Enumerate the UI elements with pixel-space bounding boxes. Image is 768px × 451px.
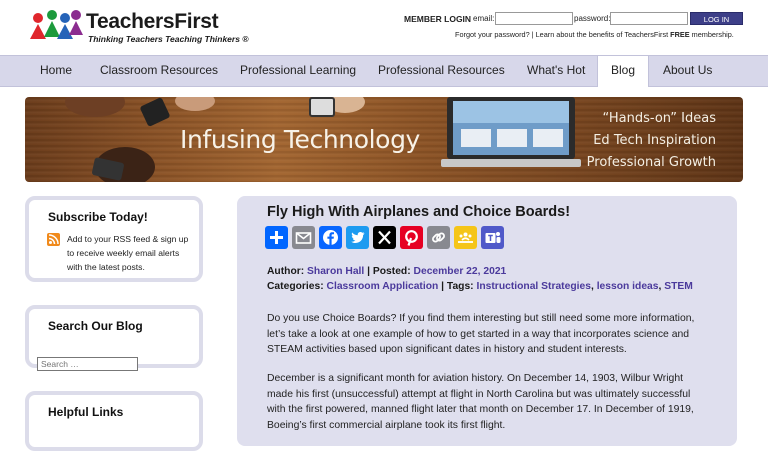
- blog-banner: Infusing Technology “Hands-on” Ideas Ed …: [25, 97, 743, 182]
- email-field[interactable]: [495, 12, 573, 25]
- x-icon[interactable]: [373, 226, 396, 249]
- main-nav: Home Classroom Resources Professional Le…: [0, 55, 768, 87]
- login-heading: MEMBER LOGIN: [404, 14, 472, 24]
- copy-link-icon[interactable]: [427, 226, 450, 249]
- banner-line-edtech: Ed Tech Inspiration: [593, 133, 716, 148]
- benefits-suffix: membership.: [691, 30, 734, 39]
- membership-benefits-link[interactable]: Learn about the benefits of TeachersFirs…: [536, 30, 734, 39]
- password-field[interactable]: [610, 12, 688, 25]
- author-link[interactable]: Sharon Hall: [307, 266, 364, 277]
- search-title: Search Our Blog: [48, 319, 143, 333]
- nav-whats-hot[interactable]: What's Hot: [527, 56, 585, 86]
- link-separator: |: [531, 30, 534, 39]
- subscribe-title: Subscribe Today!: [48, 210, 148, 224]
- nav-home[interactable]: Home: [40, 56, 72, 86]
- facebook-icon[interactable]: [319, 226, 342, 249]
- site-logo[interactable]: TeachersFirst Thinking Teachers Teaching…: [28, 9, 249, 45]
- helpful-links-title: Helpful Links: [48, 405, 124, 419]
- tags-label: | Tags:: [441, 281, 474, 292]
- pinterest-icon[interactable]: [400, 226, 423, 249]
- email-icon[interactable]: [292, 226, 315, 249]
- tag-separator: ,: [658, 281, 662, 292]
- banner-line-growth: Professional Growth: [586, 155, 716, 170]
- nav-professional-resources[interactable]: Professional Resources: [378, 56, 505, 86]
- subscribe-box: Subscribe Today! Add to your RSS feed & …: [25, 196, 203, 282]
- phone-image: [309, 97, 335, 117]
- blog-post: Fly High With Airplanes and Choice Board…: [237, 196, 737, 446]
- tag-link[interactable]: STEM: [664, 281, 693, 292]
- post-categories-line: Categories: Classroom Application | Tags…: [267, 281, 693, 292]
- post-author-line: Author: Sharon Hall | Posted: December 2…: [267, 266, 506, 277]
- post-paragraph: December is a significant month for avia…: [267, 373, 694, 431]
- twitter-icon[interactable]: [346, 226, 369, 249]
- share-icon[interactable]: [265, 226, 288, 249]
- helpful-links-box: Helpful Links: [25, 391, 203, 451]
- category-link[interactable]: Classroom Application: [327, 281, 439, 292]
- banner-title: Infusing Technology: [180, 125, 420, 154]
- post-title[interactable]: Fly High With Airplanes and Choice Board…: [267, 204, 570, 220]
- nav-blog[interactable]: Blog: [597, 56, 649, 87]
- google-classroom-icon[interactable]: [454, 226, 477, 249]
- nav-professional-learning[interactable]: Professional Learning: [240, 56, 356, 86]
- post-date[interactable]: December 22, 2021: [414, 266, 507, 277]
- logo-people-icon: [30, 10, 83, 39]
- forgot-password-link[interactable]: Forgot your password?: [455, 30, 530, 39]
- laptop-image: [441, 97, 581, 167]
- login-button[interactable]: LOG IN: [690, 12, 743, 25]
- author-label: Author:: [267, 266, 305, 277]
- benefits-free: FREE: [670, 30, 690, 39]
- post-paragraph: Do you use Choice Boards? If you find th…: [267, 313, 695, 355]
- categories-label: Categories:: [267, 281, 324, 292]
- tag-link[interactable]: lesson ideas: [597, 281, 659, 292]
- blog-search-input[interactable]: [37, 357, 138, 371]
- banner-line-hands-on: “Hands-on” Ideas: [602, 111, 716, 126]
- logo-tagline: Thinking Teachers Teaching Thinkers ®: [88, 34, 249, 44]
- search-box: Search Our Blog: [25, 305, 203, 371]
- nav-about-us[interactable]: About Us: [663, 56, 712, 86]
- tag-link[interactable]: Instructional Strategies: [477, 281, 591, 292]
- microsoft-teams-icon[interactable]: [481, 226, 504, 249]
- password-label: password:: [574, 14, 611, 23]
- rss-icon[interactable]: [47, 233, 60, 246]
- posted-label: | Posted:: [367, 266, 411, 277]
- benefits-text: Learn about the benefits of TeachersFirs…: [535, 30, 669, 39]
- tag-separator: ,: [590, 281, 594, 292]
- login-links: Forgot your password? | Learn about the …: [455, 30, 734, 39]
- logo-title: TeachersFirst: [86, 10, 219, 33]
- email-label: email:: [473, 14, 495, 23]
- subscribe-text[interactable]: Add to your RSS feed & sign up to receiv…: [67, 232, 192, 274]
- nav-classroom-resources[interactable]: Classroom Resources: [100, 56, 218, 86]
